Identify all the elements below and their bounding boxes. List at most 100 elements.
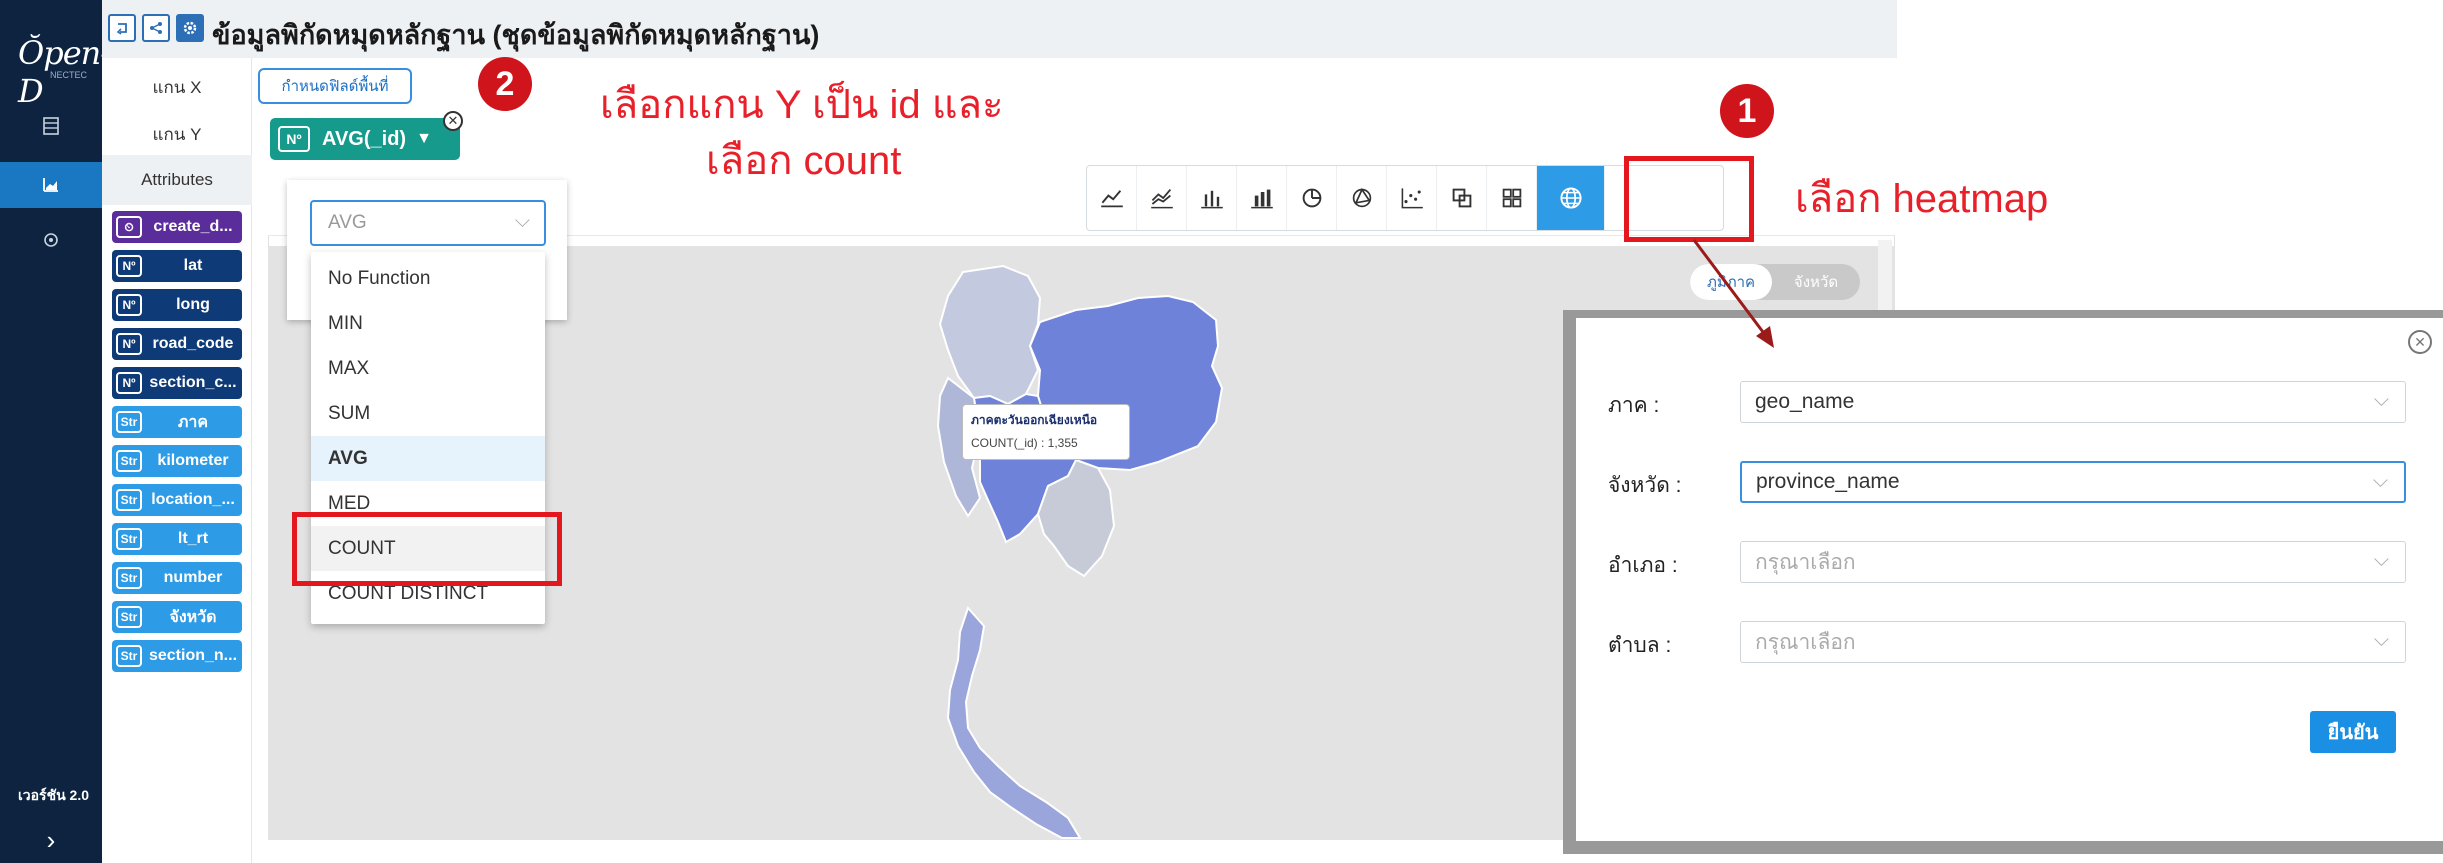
attribute-name: location_... — [151, 491, 235, 508]
share-button[interactable] — [142, 14, 170, 42]
attribute-field[interactable]: Str kilometer — [112, 445, 242, 477]
chart-type-button[interactable] — [1087, 166, 1137, 230]
chart-type-button[interactable] — [1387, 166, 1437, 230]
attribute-field[interactable]: ⏲ create_d... — [112, 211, 242, 243]
nav-chart-item[interactable] — [0, 162, 102, 208]
attribute-field[interactable]: Nº long — [112, 289, 242, 321]
aggregation-option[interactable]: No Function — [311, 256, 545, 301]
geo-field-select[interactable]: กรุณาเลือก ⌵ — [1740, 621, 2406, 663]
type-tag: Str — [116, 489, 142, 511]
attribute-name: create_d... — [153, 218, 233, 235]
share-icon — [150, 22, 162, 34]
nav-location-item[interactable] — [0, 218, 102, 264]
chevron-down-icon: ⌵ — [2373, 549, 2389, 571]
settings-icon — [183, 21, 197, 35]
app-logo-sub: NECTEC — [50, 70, 88, 80]
chevron-down-icon: ⌵ — [2373, 629, 2389, 651]
type-tag: Nº — [116, 333, 142, 355]
pivot-table-icon — [1502, 188, 1521, 208]
attribute-field[interactable]: Nº road_code — [112, 328, 242, 360]
chart-type-button[interactable] — [1137, 166, 1187, 230]
attribute-field[interactable]: Nº section_c... — [112, 367, 242, 399]
attribute-field[interactable]: Str ภาค — [112, 406, 242, 438]
chevron-down-icon: ⌵ — [2373, 389, 2389, 411]
chart-type-button[interactable] — [1437, 166, 1487, 230]
pointer-arrow — [1692, 239, 1774, 348]
step-2-instruction-line1: เลือกแกน Y เป็น id และ — [600, 83, 1004, 127]
chart-type-button[interactable] — [1337, 166, 1387, 230]
attribute-field[interactable]: Str lt_rt — [112, 523, 242, 555]
attribute-name: จังหวัด — [169, 608, 217, 626]
attributes-heading: Attributes — [102, 155, 252, 205]
bar-chart-icon — [1200, 190, 1223, 209]
nav-dataset-item[interactable] — [0, 103, 102, 149]
step-2-badge: 2 — [478, 57, 532, 111]
x-axis-label: แกน X — [152, 78, 202, 97]
type-tag: Str — [116, 645, 142, 667]
caret-down-icon[interactable]: ▼ — [416, 130, 432, 148]
type-tag: Nº — [116, 255, 142, 277]
attribute-name: number — [163, 569, 223, 586]
y-axis-field-chip[interactable]: Nº AVG(_id) ▼ — [270, 118, 460, 160]
location-icon — [44, 233, 58, 247]
attribute-name: road_code — [152, 335, 234, 352]
geo-field-select[interactable]: กรุณาเลือก ⌵ — [1740, 541, 2406, 583]
attribute-field[interactable]: Nº lat — [112, 250, 242, 282]
tooltip-value: COUNT(_id) : 1,355 — [971, 436, 1078, 450]
page-title: ข้อมูลพิกัดหมุดหลักฐาน (ชุดข้อมูลพิกัดหม… — [212, 20, 820, 50]
remove-y-field-icon[interactable]: ✕ — [443, 111, 463, 131]
type-tag: ⏲ — [116, 216, 142, 238]
type-tag: Nº — [116, 294, 142, 316]
attribute-field[interactable]: Str section_n... — [112, 640, 242, 672]
chevron-down-icon: ⌵ — [514, 210, 530, 232]
attribute-field[interactable]: Str จังหวัด — [112, 601, 242, 633]
type-tag: Str — [116, 528, 142, 550]
toggle-province-option[interactable]: จังหวัด — [1772, 264, 1860, 300]
chart-icon — [43, 178, 58, 192]
attribute-name: ภาค — [177, 413, 209, 431]
confirm-button[interactable]: ยืนยัน — [2310, 711, 2396, 753]
aggregation-option[interactable]: MIN — [311, 301, 545, 346]
region-south[interactable] — [946, 606, 1082, 839]
chart-type-button[interactable] — [1287, 166, 1337, 230]
tooltip-region-name: ภาคตะวันออกเฉียงเหนือ — [971, 413, 1098, 427]
aggregation-option[interactable]: MAX — [311, 346, 545, 391]
back-button[interactable] — [108, 14, 136, 42]
settings-button[interactable] — [176, 14, 204, 42]
attribute-name: lt_rt — [177, 530, 209, 547]
heatmap-highlight-box — [1624, 156, 1754, 242]
geo-field-value: กรุณาเลือก — [1755, 550, 1856, 574]
step-1-badge: 1 — [1720, 84, 1774, 138]
set-area-field-button[interactable]: กำหนดฟิลด์พื้นที่ — [258, 68, 412, 104]
step-2-instruction-line2: เลือก count — [706, 139, 902, 183]
stacked-bar-icon — [1250, 189, 1273, 209]
attribute-name: long — [176, 296, 210, 313]
line-chart-icon — [1100, 190, 1123, 208]
chart-type-button[interactable] — [1237, 166, 1287, 230]
dataset-icon — [43, 117, 59, 135]
geo-field-label: ภาค : — [1608, 394, 1660, 417]
chart-type-button[interactable] — [1537, 166, 1605, 230]
aggregation-option[interactable]: AVG — [311, 436, 545, 481]
type-tag: Nº — [116, 372, 142, 394]
chart-type-button[interactable] — [1487, 166, 1537, 230]
app-sidebar: Ŏpen-D NECTEC เวอร์ชัน 2.0 › — [0, 0, 111, 863]
attribute-name: kilometer — [157, 452, 229, 469]
geo-field-value: กรุณาเลือก — [1755, 630, 1856, 654]
chevron-right-icon: › — [46, 825, 56, 855]
attribute-name: section_c... — [149, 374, 237, 391]
geo-field-select[interactable]: province_name ⌵ — [1740, 461, 2406, 503]
attribute-field[interactable]: Str location_... — [112, 484, 242, 516]
geo-field-select[interactable]: geo_name ⌵ — [1740, 381, 2406, 423]
close-modal-icon[interactable]: ✕ — [2408, 330, 2432, 354]
chart-type-button[interactable] — [1187, 166, 1237, 230]
expand-sidebar-button[interactable]: › — [0, 818, 102, 863]
radar-icon — [1352, 187, 1371, 208]
aggregation-option[interactable]: SUM — [311, 391, 545, 436]
attribute-field[interactable]: Str number — [112, 562, 242, 594]
geo-field-label: จังหวัด : — [1608, 474, 1682, 497]
heatmap-globe-icon — [1559, 187, 1582, 209]
aggregation-select[interactable]: AVG ⌵ — [310, 200, 546, 246]
numeric-type-tag: Nº — [278, 126, 310, 152]
overlap-icon — [1452, 188, 1471, 208]
